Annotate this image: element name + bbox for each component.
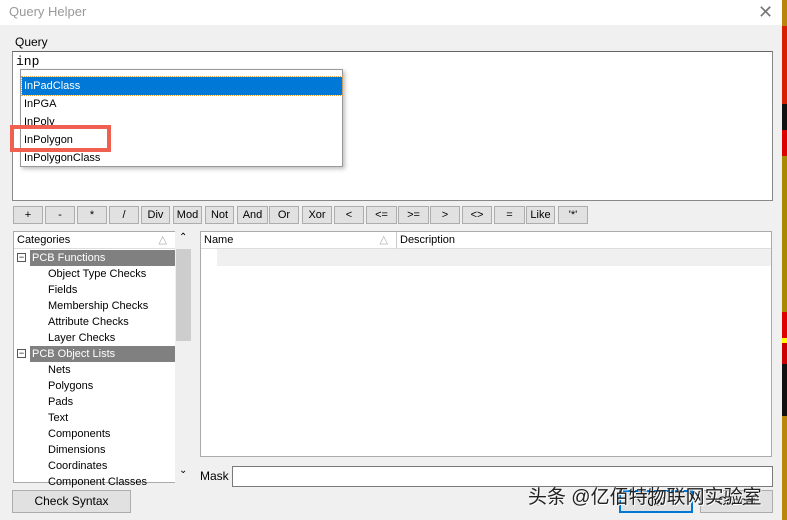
category-item[interactable]: Coordinates bbox=[48, 458, 107, 474]
collapse-icon[interactable]: − bbox=[17, 349, 26, 358]
list-row[interactable] bbox=[217, 249, 771, 266]
operator-button[interactable]: And bbox=[237, 206, 268, 224]
categories-header-label: Categories bbox=[17, 234, 71, 246]
background-pcb-strip bbox=[782, 0, 787, 520]
operator-button[interactable]: Like bbox=[526, 206, 555, 224]
operator-button[interactable]: <= bbox=[366, 206, 397, 224]
operator-button[interactable]: Div bbox=[141, 206, 170, 224]
operator-button[interactable]: > bbox=[430, 206, 460, 224]
operator-button[interactable]: Or bbox=[269, 206, 299, 224]
check-syntax-button[interactable]: Check Syntax bbox=[12, 490, 131, 513]
category-item[interactable]: Nets bbox=[48, 362, 71, 378]
column-name-label: Name bbox=[204, 234, 234, 246]
operator-button[interactable]: Xor bbox=[302, 206, 332, 224]
category-group[interactable]: PCB Functions bbox=[30, 250, 175, 266]
categories-header[interactable]: Categories △ bbox=[14, 232, 175, 249]
title-bar: Query Helper ✕ bbox=[0, 0, 782, 25]
categories-scrollbar[interactable]: ⌃ ⌄ bbox=[175, 231, 192, 483]
category-group[interactable]: PCB Object Lists bbox=[30, 346, 175, 362]
sort-icon: △ bbox=[379, 234, 388, 246]
operator-button[interactable]: <> bbox=[462, 206, 492, 224]
scroll-up-icon[interactable]: ⌃ bbox=[179, 232, 187, 243]
category-item[interactable]: Attribute Checks bbox=[48, 314, 129, 330]
highlight-annotation bbox=[10, 125, 111, 152]
column-header-description[interactable]: Description bbox=[397, 232, 771, 249]
autocomplete-item[interactable]: InPGA bbox=[22, 95, 342, 113]
category-item[interactable]: Component Classes bbox=[48, 474, 147, 490]
category-item[interactable]: Components bbox=[48, 426, 110, 442]
category-item[interactable]: Membership Checks bbox=[48, 298, 148, 314]
query-label: Query bbox=[15, 35, 48, 49]
operator-button[interactable]: Mod bbox=[173, 206, 202, 224]
scrollbar-thumb[interactable] bbox=[176, 249, 191, 341]
operator-button[interactable]: * bbox=[77, 206, 107, 224]
autocomplete-popup: InPadClass InPGA InPoly InPolygon InPolygonC… bbox=[20, 69, 343, 167]
operator-button[interactable]: < bbox=[334, 206, 364, 224]
functions-list: Name △ Description bbox=[200, 231, 772, 457]
autocomplete-item[interactable]: InPadClass bbox=[21, 76, 343, 96]
column-header-name[interactable]: Name △ bbox=[201, 232, 397, 249]
operator-button[interactable]: Not bbox=[205, 206, 234, 224]
sort-icon: △ bbox=[158, 234, 167, 246]
window-title: Query Helper bbox=[9, 4, 87, 19]
category-item[interactable]: Object Type Checks bbox=[48, 266, 146, 282]
operator-button[interactable]: = bbox=[494, 206, 525, 224]
close-icon[interactable]: ✕ bbox=[758, 2, 773, 23]
mask-label: Mask bbox=[200, 469, 229, 483]
category-item[interactable]: Pads bbox=[48, 394, 73, 410]
category-item[interactable]: Layer Checks bbox=[48, 330, 115, 346]
operator-button[interactable]: '*' bbox=[558, 206, 588, 224]
collapse-icon[interactable]: − bbox=[17, 253, 26, 262]
operator-button[interactable]: >= bbox=[398, 206, 429, 224]
category-item[interactable]: Fields bbox=[48, 282, 77, 298]
column-description-label: Description bbox=[400, 234, 456, 246]
category-item[interactable]: Text bbox=[48, 410, 68, 426]
category-item[interactable]: Polygons bbox=[48, 378, 93, 394]
watermark: 头条 @亿佰特物联网实验室 bbox=[528, 487, 762, 508]
query-text: inp bbox=[16, 54, 40, 69]
categories-tree: Categories △ − PCB Functions Object Type Ch… bbox=[13, 231, 176, 488]
operator-button[interactable]: + bbox=[13, 206, 43, 224]
operator-button[interactable]: - bbox=[45, 206, 75, 224]
scroll-down-icon[interactable]: ⌄ bbox=[179, 465, 187, 476]
category-item[interactable]: Dimensions bbox=[48, 442, 105, 458]
operator-button[interactable]: / bbox=[109, 206, 139, 224]
